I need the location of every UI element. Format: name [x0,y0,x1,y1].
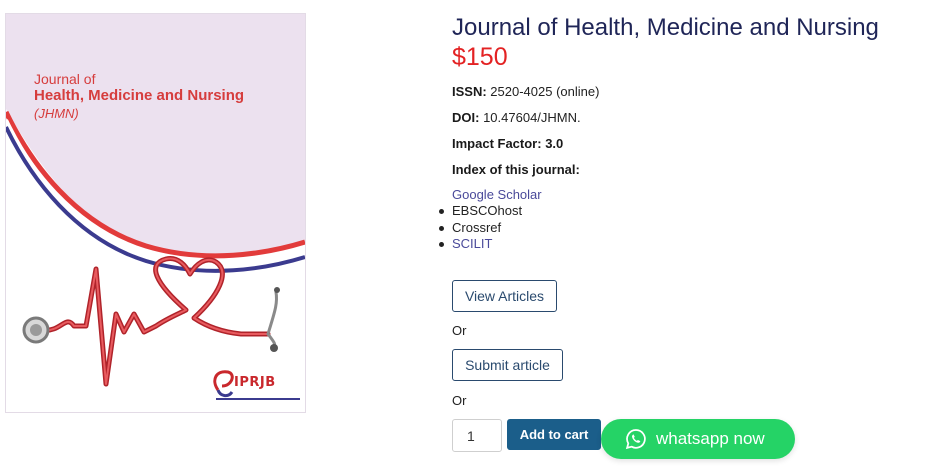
doi-value: 10.47604/JHMN. [483,110,581,125]
whatsapp-label: whatsapp now [656,429,765,448]
index-heading: Index of this journal: [452,162,580,177]
quantity-input[interactable]: 1 [452,419,502,452]
impact-factor-value: 3.0 [545,136,564,151]
or-separator-1: Or [452,323,467,338]
cover-title-line1: Journal of [34,71,96,87]
index-link-scilit[interactable]: SCILIT [438,236,522,253]
issn-row: ISSN: 2520-4025 (online) [452,84,599,99]
cover-title-abbrev: (JHMN) [34,106,79,121]
impact-factor-row: Impact Factor: 3.0 [452,136,563,151]
index-item-ebscohost: EBSCOhost [438,203,523,218]
issn-value: 2520-4025 (online) [490,84,600,99]
impact-factor-label: Impact Factor: [452,136,542,151]
index-link-google-scholar[interactable]: Google Scholar [452,187,542,202]
doi-label: DOI: [452,110,480,125]
issn-label: ISSN: [452,84,487,99]
index-item-crossref: Crossref [438,220,522,237]
product-title: Journal of Health, Medicine and Nursing [452,14,879,41]
cover-title-line2: Health, Medicine and Nursing [34,87,245,104]
index-list: EBSCOhost Crossref SCILIT [438,203,523,253]
whatsapp-now-button[interactable]: whatsapp now [601,419,795,459]
view-articles-button[interactable]: View Articles [452,280,557,312]
submit-article-button[interactable]: Submit article [452,349,563,381]
journal-cover-image: Journal of Health, Medicine and Nursing … [5,13,306,413]
add-to-cart-button[interactable]: Add to cart [507,419,601,450]
whatsapp-icon [625,428,647,450]
product-price: $150 [452,43,508,71]
doi-row: DOI: 10.47604/JHMN. [452,110,581,125]
publisher-logo: IPRJB [234,375,276,390]
cover-title-block: Journal of Health, Medicine and Nursing … [34,72,244,124]
or-separator-2: Or [452,393,467,408]
index-label: Index of this journal: [452,162,580,177]
